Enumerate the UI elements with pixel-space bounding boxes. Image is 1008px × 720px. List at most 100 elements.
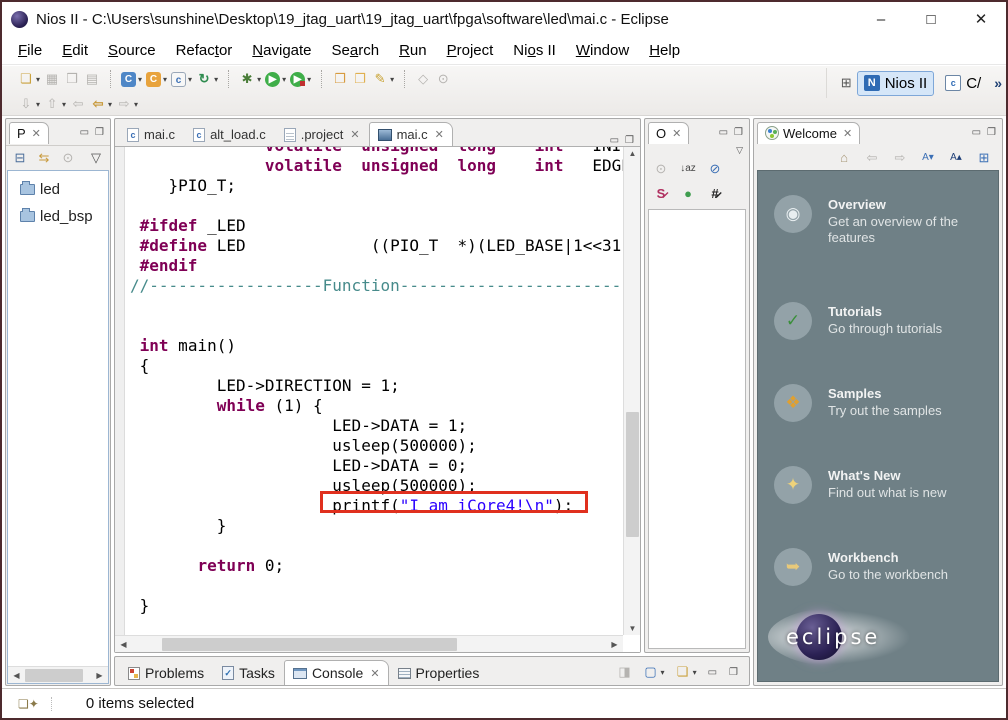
open-perspective-icon[interactable]: ⊞ — [841, 75, 852, 91]
code-line[interactable] — [130, 316, 623, 336]
collapse-all-button[interactable]: ⊟ — [10, 149, 30, 167]
debug-button[interactable]: ✱▾ — [237, 70, 263, 88]
code-line[interactable] — [130, 536, 623, 556]
close-icon[interactable]: ✕ — [843, 127, 852, 140]
open-resource-button[interactable]: ❐ — [330, 70, 350, 88]
code-line[interactable]: }PIO_T; — [130, 176, 623, 196]
perspective-c-cpp[interactable]: c C/ — [939, 72, 987, 95]
menu-project[interactable]: Project — [437, 38, 504, 63]
sort-button[interactable]: ↓az — [678, 160, 698, 178]
code-line[interactable] — [130, 296, 623, 316]
new-cpp-project-button-dropdown-icon[interactable]: ▾ — [163, 75, 167, 84]
welcome-item-overview[interactable]: ◉ Overview Get an overview of the featur… — [758, 195, 998, 246]
open-folder-button[interactable]: ❐ — [350, 70, 370, 88]
customize-page-button[interactable]: ⊞ — [974, 149, 994, 167]
code-line[interactable]: LED->DIRECTION = 1; — [130, 376, 623, 396]
run-button[interactable]: ▶▾ — [263, 71, 288, 88]
code-line[interactable]: usleep(500000); — [130, 436, 623, 456]
search-toolbar-button-dropdown-icon[interactable]: ▾ — [390, 75, 394, 84]
more-toolbar-items-button[interactable]: » — [994, 75, 1002, 91]
minimize-panel-button[interactable]: ▭ — [969, 127, 984, 138]
run-external-button[interactable]: ▶▾ — [288, 71, 313, 88]
tab-properties[interactable]: Properties — [389, 660, 489, 685]
code-line[interactable] — [130, 576, 623, 596]
open-console-button-dropdown-icon[interactable]: ▾ — [693, 668, 697, 677]
editor-tab-mai-c[interactable]: c mai.c — [118, 122, 184, 146]
close-icon[interactable]: ✕ — [32, 127, 41, 140]
code-editor[interactable]: volatile unsigned long int INIT volatile… — [115, 146, 640, 652]
menu-nios-ii[interactable]: Nios II — [503, 38, 566, 63]
code-line[interactable]: #define LED ((PIO_T *)(LED_BASE|1<<31) — [130, 236, 623, 256]
back-button-dropdown-icon[interactable]: ▾ — [108, 100, 112, 109]
code-line[interactable]: usleep(500000); — [130, 476, 623, 496]
code-line[interactable]: volatile unsigned long int EDGE — [130, 156, 623, 176]
search-toolbar-button[interactable]: ✎▾ — [370, 70, 396, 88]
scroll-left-icon[interactable]: ◀ — [8, 671, 25, 680]
menu-source[interactable]: Source — [98, 38, 166, 63]
menu-search[interactable]: Search — [322, 38, 390, 63]
link-with-editor-button[interactable]: ⇆ — [34, 149, 54, 167]
minimize-panel-button[interactable]: ▭ — [607, 135, 622, 146]
maximize-panel-button[interactable]: ❐ — [726, 667, 741, 678]
hide-nonpublic-button[interactable]: ● — [678, 185, 698, 203]
code-line[interactable]: } — [130, 516, 623, 536]
scroll-down-icon[interactable]: ▼ — [624, 624, 640, 633]
perspective-nios-ii[interactable]: N Nios II — [857, 71, 935, 96]
scrollbar-thumb[interactable] — [162, 638, 457, 651]
source-code[interactable]: volatile unsigned long int INIT volatile… — [130, 147, 623, 616]
menu-refactor[interactable]: Refactor — [166, 38, 243, 63]
maximize-panel-button[interactable]: ❐ — [92, 127, 107, 138]
close-icon[interactable]: ✕ — [435, 128, 444, 141]
hide-fields-button[interactable]: ⊘ — [705, 160, 725, 178]
new-c-project-button-dropdown-icon[interactable]: ▾ — [138, 75, 142, 84]
tab-problems[interactable]: Problems — [119, 660, 213, 685]
new-c-source-file-button[interactable]: c▾ — [169, 71, 194, 88]
code-line[interactable]: while (1) { — [130, 396, 623, 416]
code-line[interactable]: volatile unsigned long int INIT — [130, 147, 623, 156]
scrollbar-thumb[interactable] — [25, 669, 83, 682]
welcome-tab[interactable]: Welcome ✕ — [757, 122, 860, 144]
menu-run[interactable]: Run — [389, 38, 437, 63]
tab-console[interactable]: Console ✕ — [284, 660, 389, 685]
build-button[interactable]: ↻▾ — [194, 70, 220, 88]
menu-edit[interactable]: Edit — [52, 38, 98, 63]
hide-inactive-button[interactable]: #̷ — [705, 185, 725, 203]
close-window-button[interactable]: ✕ — [956, 2, 1006, 36]
code-line[interactable]: LED->DATA = 1; — [130, 416, 623, 436]
scrollbar-thumb[interactable] — [626, 412, 639, 537]
back-button[interactable]: ⇦▾ — [88, 95, 114, 113]
editor-vertical-scrollbar[interactable]: ▲ ▼ — [623, 147, 640, 635]
menu-navigate[interactable]: Navigate — [242, 38, 321, 63]
open-console-button[interactable]: ❏▾ — [673, 663, 699, 681]
new-cpp-project-button[interactable]: C▾ — [144, 71, 169, 88]
code-line[interactable]: //------------------Function------------… — [130, 276, 623, 296]
menu-help[interactable]: Help — [639, 38, 690, 63]
view-menu-button[interactable]: ▽ — [86, 149, 106, 167]
tab-tasks[interactable]: ✓ Tasks — [213, 660, 284, 685]
scroll-left-icon[interactable]: ◀ — [115, 640, 132, 649]
home-button[interactable]: ⌂ — [834, 149, 854, 167]
welcome-item-samples[interactable]: ❖ Samples Try out the samples — [758, 384, 998, 422]
new-wizard-button-dropdown-icon[interactable]: ▾ — [36, 75, 40, 84]
view-menu-button[interactable]: ▽ — [736, 145, 743, 158]
editor-tab-dot-project[interactable]: .project ✕ — [275, 122, 369, 146]
project-explorer-tab[interactable]: P ✕ — [9, 122, 49, 144]
last-edit-location-down-button-dropdown-icon[interactable]: ▾ — [36, 100, 40, 109]
close-icon[interactable]: ✕ — [672, 127, 681, 140]
code-line[interactable]: printf("I am iCore4!\n"); — [130, 496, 623, 516]
run-external-button-dropdown-icon[interactable]: ▾ — [307, 75, 311, 84]
new-wizard-button[interactable]: ❏▾ — [16, 70, 42, 88]
scroll-right-icon[interactable]: ▶ — [606, 640, 623, 649]
minimize-panel-button[interactable]: ▭ — [705, 667, 720, 678]
close-icon[interactable]: ✕ — [370, 667, 379, 680]
fast-view-icon[interactable]: ❏✦ — [18, 697, 52, 711]
reduce-font-button[interactable]: A▾ — [918, 149, 938, 167]
maximize-panel-button[interactable]: ❐ — [731, 127, 746, 138]
code-line[interactable]: int main() — [130, 336, 623, 356]
welcome-item-whats-new[interactable]: ✦ What's New Find out what is new — [758, 466, 998, 504]
project-horizontal-scrollbar[interactable]: ◀ ▶ — [8, 666, 108, 683]
code-line[interactable] — [130, 196, 623, 216]
minimize-panel-button[interactable]: ▭ — [77, 127, 92, 138]
welcome-item-tutorials[interactable]: ✓ Tutorials Go through tutorials — [758, 302, 998, 340]
scroll-right-icon[interactable]: ▶ — [91, 671, 108, 680]
